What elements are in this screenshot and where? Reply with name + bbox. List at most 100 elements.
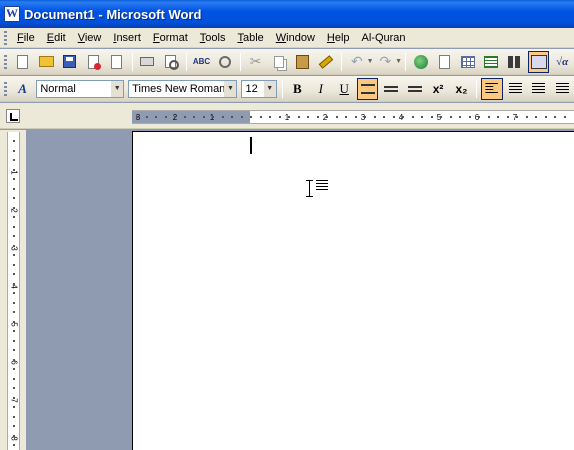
menu-window-accel: W (275, 31, 287, 44)
menu-view-label: iew (84, 31, 102, 44)
highlight-lines-button[interactable] (356, 77, 379, 100)
double-line-icon (360, 83, 375, 94)
toolbar-separator (239, 52, 241, 71)
align-center-button[interactable] (505, 78, 526, 100)
align-right-button[interactable] (528, 78, 549, 100)
undo-dropdown-icon[interactable]: ▼ (367, 58, 374, 65)
menu-window[interactable]: Window (270, 28, 321, 48)
ruler-tick (221, 116, 224, 118)
columns-button[interactable] (504, 51, 526, 73)
font-select[interactable]: Times New Roman ▼ (128, 79, 238, 98)
paste-button[interactable] (292, 51, 314, 73)
subscript-button[interactable]: x₂ (451, 78, 472, 100)
ruler-tick (430, 116, 433, 118)
double-strike-button[interactable] (380, 78, 401, 100)
horizontal-ruler[interactable]: 3 2 1 1 2 3 4 5 6 7 (132, 110, 574, 124)
ruler-tick (13, 320, 15, 323)
document-page[interactable] (132, 131, 574, 450)
align-right-icon (532, 83, 546, 94)
cut-button[interactable]: ✂ (245, 51, 267, 73)
ruler-tick (278, 116, 281, 118)
ruler-tick (13, 187, 15, 190)
excel-sheet-icon (484, 55, 499, 68)
ruler-tick (202, 116, 205, 118)
new-document-icon (17, 54, 29, 69)
undo-button[interactable]: ↶ (346, 51, 368, 73)
tables-borders-button[interactable] (434, 51, 456, 73)
style-select-value: Normal (40, 82, 76, 95)
underline-button[interactable]: U (334, 78, 355, 100)
chevron-down-icon[interactable]: ▼ (111, 80, 124, 97)
ruler-tick (326, 116, 328, 118)
equation-button[interactable]: √α (551, 51, 573, 73)
menu-grip-handle[interactable] (4, 30, 7, 45)
formatting-toolbar-grip[interactable] (4, 81, 7, 96)
align-left-button[interactable] (481, 77, 503, 100)
window-title: Document1 - Microsoft Word (24, 6, 202, 22)
font-size-value: 12 (245, 82, 258, 95)
bold-button[interactable]: B (287, 78, 308, 100)
redo-arrow-icon: ↷ (379, 53, 392, 69)
save-button[interactable] (59, 51, 81, 73)
vertical-ruler[interactable]: 1 2 3 4 5 6 7 8 (7, 132, 20, 450)
styles-formatting-button[interactable]: A (12, 78, 33, 100)
ruler-tick (231, 116, 233, 118)
format-painter-button[interactable] (316, 51, 338, 73)
research-icon (219, 55, 232, 68)
ruler-tick (506, 116, 509, 118)
standard-toolbar-grip[interactable] (4, 54, 7, 69)
print-preview-button[interactable] (160, 51, 182, 73)
ruler-tick (269, 116, 271, 118)
double-line-narrow-icon (384, 85, 399, 92)
italic-button[interactable]: I (310, 78, 331, 100)
ruler-tick (13, 330, 15, 332)
insert-excel-button[interactable] (481, 51, 503, 73)
ruler-tick (13, 206, 15, 209)
superscript-button[interactable]: x² (427, 78, 448, 100)
research-button[interactable] (214, 51, 236, 73)
align-left-icon (485, 83, 499, 94)
toolbar-separator (476, 79, 478, 98)
ruler-tick (13, 159, 15, 161)
print-button[interactable] (137, 51, 159, 73)
menu-view[interactable]: View (72, 28, 108, 48)
menu-edit[interactable]: Edit (41, 28, 72, 48)
new-document-button[interactable] (12, 51, 34, 73)
scissors-icon: ✂ (249, 53, 262, 69)
menu-insert[interactable]: Insert (107, 28, 147, 48)
ruler-tick (335, 116, 338, 118)
word-app-icon[interactable] (4, 6, 20, 22)
email-button[interactable] (106, 51, 128, 73)
insert-hyperlink-button[interactable] (410, 51, 432, 73)
open-button[interactable] (35, 51, 57, 73)
spelling-button[interactable]: ABC (191, 51, 213, 73)
ruler-tick (402, 116, 404, 118)
ruler-tick (525, 116, 528, 118)
justify-button[interactable] (552, 78, 573, 100)
menu-file[interactable]: File (11, 28, 41, 48)
permission-button[interactable] (83, 51, 105, 73)
chevron-down-icon[interactable]: ▼ (263, 80, 276, 97)
ruler-tick (13, 216, 15, 218)
ruler-tick (13, 235, 15, 237)
menu-help[interactable]: Help (321, 28, 356, 48)
toolbar-separator (131, 52, 133, 71)
menu-tools[interactable]: Tools (194, 28, 232, 48)
chevron-down-icon[interactable]: ▼ (224, 80, 237, 97)
font-size-select[interactable]: 12 ▼ (241, 79, 277, 98)
redo-button[interactable]: ↷ (375, 51, 397, 73)
drawing-button[interactable] (527, 50, 550, 73)
menu-table[interactable]: Table (231, 28, 269, 48)
ruler-tick (13, 178, 15, 180)
strike-button[interactable] (404, 78, 425, 100)
print-preview-icon (165, 55, 180, 70)
style-select[interactable]: Normal ▼ (36, 79, 125, 98)
copy-icon (274, 55, 285, 68)
tab-stop-selector[interactable] (6, 109, 20, 123)
insert-table-button[interactable] (457, 51, 479, 73)
menu-format[interactable]: Format (147, 28, 194, 48)
ruler-tick (373, 116, 376, 118)
redo-dropdown-icon[interactable]: ▼ (395, 58, 402, 65)
copy-button[interactable] (268, 51, 290, 73)
menu-al-quran[interactable]: Al-Quran (356, 28, 412, 48)
